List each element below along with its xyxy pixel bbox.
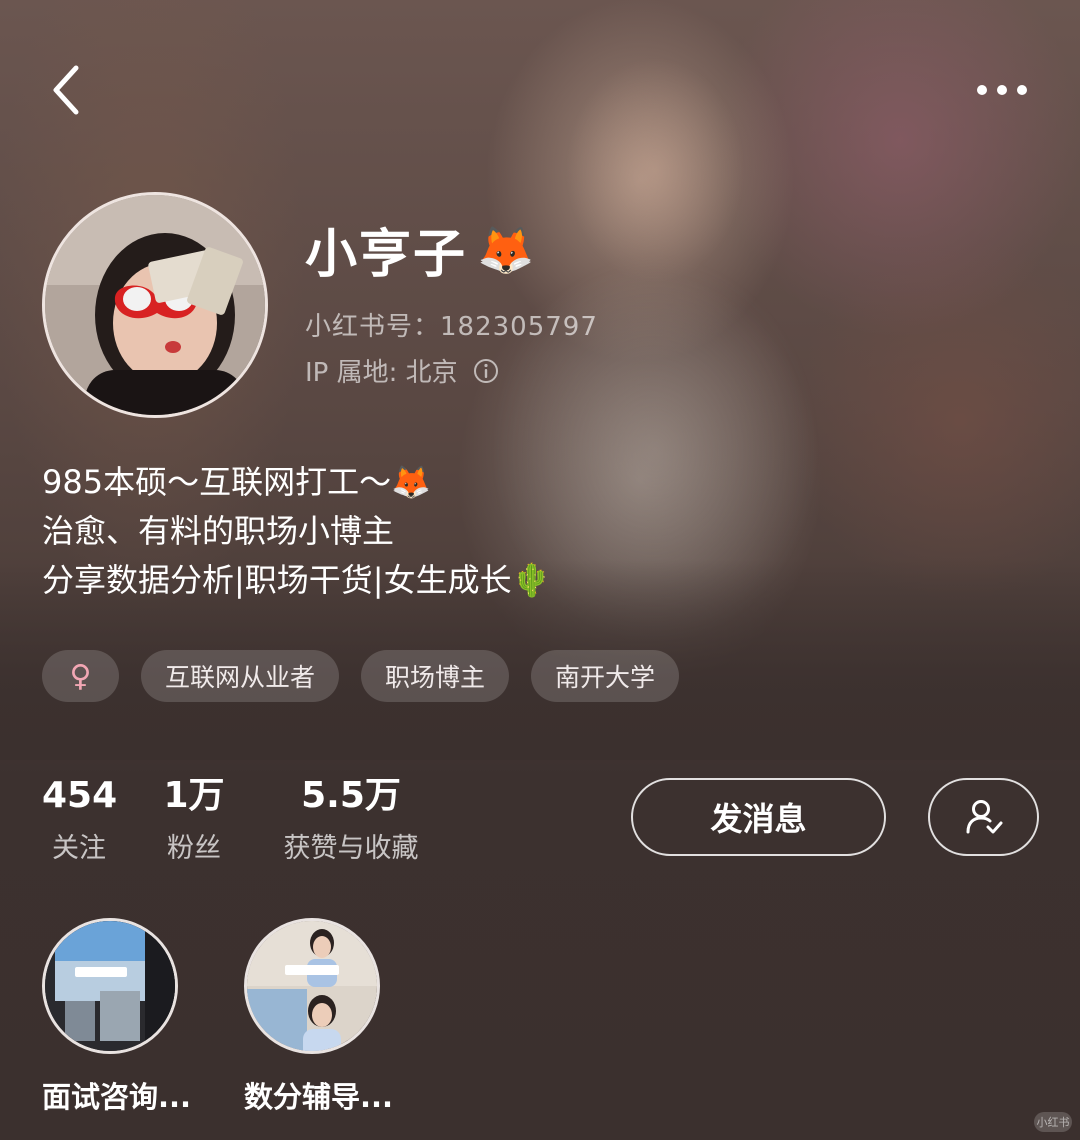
followers-label: 粉丝 [167,833,221,864]
avatar-image [45,195,265,415]
stat-followers[interactable]: 1万 粉丝 [156,774,232,865]
stats-row: 454 关注 1万 粉丝 5.5万 获赞与收藏 [0,774,600,874]
followers-count: 1万 [163,775,225,816]
info-icon[interactable] [472,357,500,385]
profile-name: 小亨子 [305,225,468,285]
avatar[interactable] [42,192,268,418]
collection-thumbnail [244,918,380,1054]
ip-location-row: IP 属地: 北京 [305,352,500,389]
name-row: 小亨子 🦊 [305,212,534,287]
send-message-button[interactable]: 发消息 [631,778,886,856]
collection-label: 面试咨询... [42,1080,192,1114]
following-count: 454 [42,775,118,816]
tag-occupation: 互联网从业者 [141,650,340,702]
bio-line: 治愈、有料的职场小博主 [42,512,395,550]
chevron-left-icon [53,65,79,115]
tag-blogger: 职场博主 [361,650,510,702]
stat-following[interactable]: 454 关注 [42,774,118,865]
ip-location: IP 属地: 北京 [305,358,458,388]
collection-thumbnail [42,918,178,1054]
more-button[interactable] [970,72,1034,108]
collection-image [247,921,377,1051]
collection-image [45,921,175,1051]
fox-emoji: 🦊 [477,222,535,277]
red-id: 小红书号：182305797 [305,312,598,342]
bio-line: 分享数据分析|职场干货|女生成长🌵 [42,561,552,599]
bio-line: 985本硕～互联网打工～🦊 [42,463,431,501]
collection-interview[interactable]: 面试咨询... [42,918,222,1116]
gender-tag: ♀ [42,650,119,702]
back-button[interactable] [48,62,88,118]
more-horizontal-icon [977,85,1027,95]
likes-label: 获赞与收藏 [283,833,419,864]
likes-count: 5.5万 [301,775,401,816]
follow-button[interactable] [928,778,1039,856]
collection-tutoring[interactable]: 数分辅导... [244,918,424,1116]
bio: 985本硕～互联网打工～🦊 治愈、有料的职场小博主 分享数据分析|职场干货|女生… [42,458,551,605]
tags-row: ♀ 互联网从业者 职场博主 南开大学 [42,650,680,702]
watermark-logo: 小红书 [1034,1112,1072,1132]
tag-school: 南开大学 [531,650,680,702]
stat-likes[interactable]: 5.5万 获赞与收藏 [272,774,430,865]
user-check-icon [966,800,1002,834]
collection-label: 数分辅导... [244,1080,394,1114]
following-label: 关注 [52,833,106,864]
